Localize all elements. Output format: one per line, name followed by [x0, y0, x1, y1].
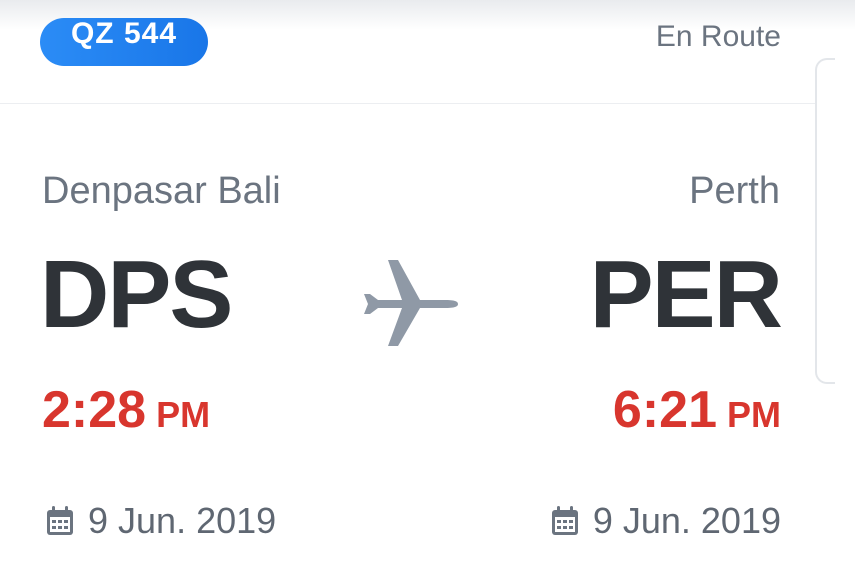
destination-arrival-time: 6:21 PM: [613, 380, 781, 440]
origin-time-ampm: PM: [156, 394, 211, 435]
destination-city: Perth: [689, 170, 780, 212]
airplane-icon: [364, 260, 458, 346]
origin-time-value: 2:28: [42, 381, 147, 439]
origin-city: Denpasar Bali: [42, 170, 281, 212]
flight-number-text: QZ 544: [70, 18, 178, 50]
destination-date: 9 Jun. 2019: [551, 500, 781, 542]
flight-status: En Route: [655, 20, 781, 53]
flight-card: QZ 544 En Route Denpasar Bali Perth DPS …: [0, 0, 855, 574]
destination-airport-code: PER: [589, 241, 783, 348]
origin-date-text: 9 Jun. 2019: [88, 500, 277, 541]
origin-date: 9 Jun. 2019: [46, 500, 276, 542]
destination-date-text: 9 Jun. 2019: [592, 500, 781, 541]
calendar-icon: [551, 506, 578, 535]
header-divider: [0, 103, 820, 104]
calendar-icon: [47, 506, 73, 535]
destination-time-ampm: PM: [727, 394, 781, 435]
origin-airport-code: DPS: [40, 241, 233, 348]
flight-number-badge[interactable]: QZ 544: [40, 18, 208, 66]
side-panel-edge[interactable]: [815, 58, 835, 384]
origin-departure-time: 2:28 PM: [42, 380, 210, 440]
destination-time-value: 6:21: [612, 381, 717, 439]
